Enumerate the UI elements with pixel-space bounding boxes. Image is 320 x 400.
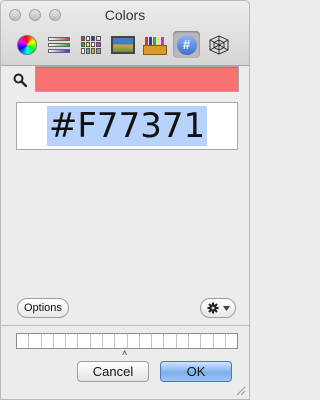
swatch-well[interactable] xyxy=(226,334,237,348)
ok-button[interactable]: OK xyxy=(160,361,232,382)
mode-toolbar: # xyxy=(13,31,232,59)
swatch-well[interactable] xyxy=(152,334,165,348)
hex-input[interactable]: #F77371 xyxy=(16,102,238,150)
hex-value: #F77371 xyxy=(46,106,208,146)
swatch-well[interactable] xyxy=(29,334,42,348)
color-sliders-icon xyxy=(47,36,70,54)
chevron-down-icon xyxy=(222,305,230,311)
tab-image-palettes[interactable] xyxy=(109,31,136,58)
swatch-well[interactable] xyxy=(17,334,30,348)
swatch-drag-handle[interactable]: ˄ xyxy=(122,349,127,358)
cancel-button[interactable]: Cancel xyxy=(77,361,149,382)
swatch-well[interactable] xyxy=(66,334,79,348)
color-swatch-field[interactable] xyxy=(35,66,239,92)
swatch-strip[interactable] xyxy=(16,333,238,349)
gear-menu-button[interactable] xyxy=(200,298,236,318)
colors-window: Colors # #F77371 Options ˄ Cancel OK xyxy=(0,0,250,400)
swatch-well[interactable] xyxy=(201,334,214,348)
swatch-well[interactable] xyxy=(214,334,226,348)
swatch-well[interactable] xyxy=(54,334,67,348)
color-palettes-icon xyxy=(80,35,101,54)
swatch-well[interactable] xyxy=(42,334,54,348)
swatch-well[interactable] xyxy=(164,334,177,348)
tab-color-palettes[interactable] xyxy=(77,31,104,58)
image-palettes-icon xyxy=(110,35,135,54)
swatch-well[interactable] xyxy=(103,334,116,348)
spider-web-icon xyxy=(209,35,228,54)
tab-spider-web[interactable] xyxy=(205,31,232,58)
swatch-well[interactable] xyxy=(91,334,103,348)
gear-icon xyxy=(207,302,218,314)
divider xyxy=(1,325,249,326)
tab-color-wheel[interactable] xyxy=(13,31,40,58)
tab-crayons[interactable] xyxy=(141,31,168,58)
swatch-well[interactable] xyxy=(189,334,202,348)
swatch-well[interactable] xyxy=(128,334,140,348)
tab-color-sliders[interactable] xyxy=(45,31,72,58)
search-icon xyxy=(13,73,27,87)
crayons-icon xyxy=(142,35,167,55)
swatch-well[interactable] xyxy=(115,334,128,348)
options-button[interactable]: Options xyxy=(17,298,69,318)
titlebar: Colors # xyxy=(1,1,249,66)
tab-hex-color[interactable]: # xyxy=(173,31,200,58)
hex-color-icon: # xyxy=(176,34,197,55)
color-wheel-icon xyxy=(16,34,37,55)
swatch-well[interactable] xyxy=(78,334,91,348)
window-title: Colors xyxy=(104,7,146,23)
swatch-well[interactable] xyxy=(177,334,189,348)
resize-grip[interactable] xyxy=(236,386,246,396)
swatch-well[interactable] xyxy=(140,334,153,348)
